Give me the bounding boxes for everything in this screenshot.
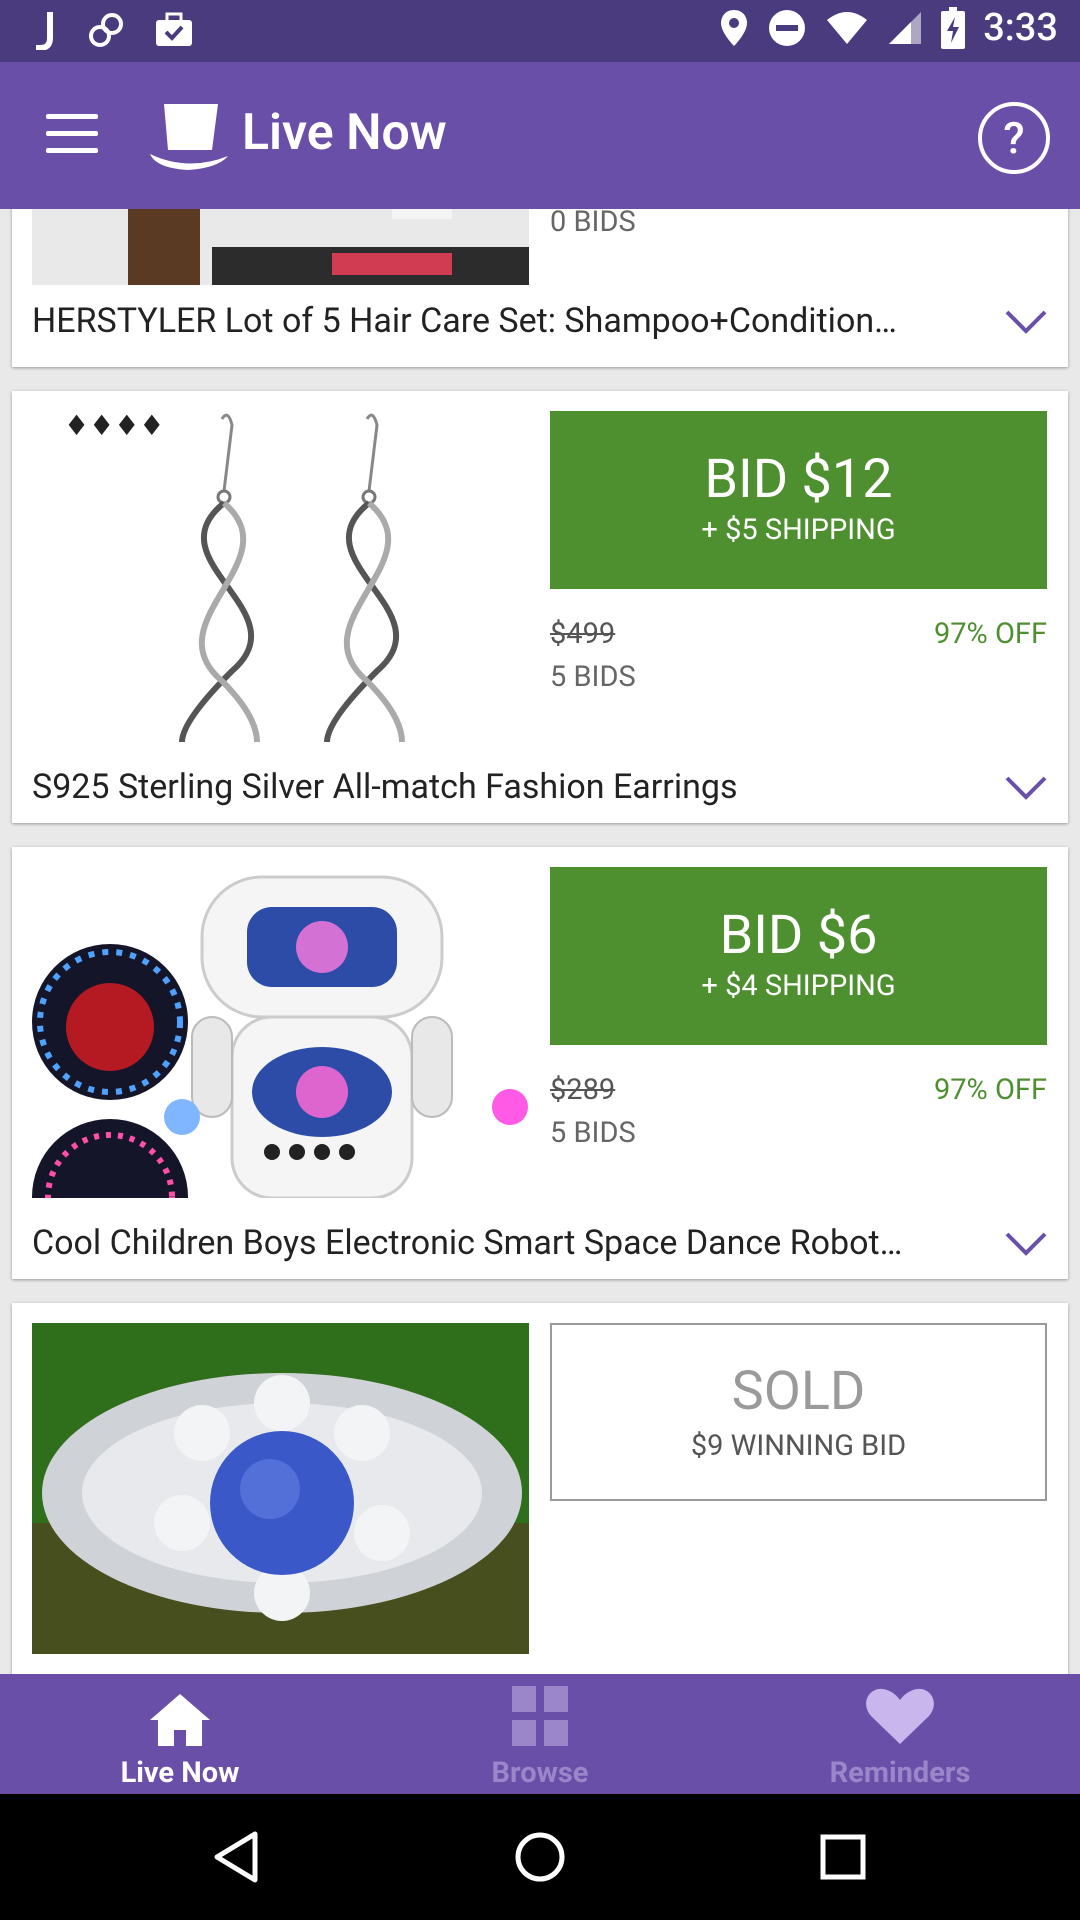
clock: 3:33 [983,6,1058,50]
recents-icon[interactable] [820,1834,866,1880]
shipping-cost: + $5 SHIPPING [701,513,896,547]
bid-button[interactable]: BID $12 + $5 SHIPPING [550,411,1047,589]
notification-j-icon [36,12,53,50]
system-navigation-bar [0,1794,1080,1920]
sold-status: SOLD $9 WINNING BID [550,1323,1047,1501]
nav-live-now[interactable]: Live Now [0,1674,360,1794]
chevron-down-icon[interactable] [1004,309,1048,335]
chevron-down-icon[interactable] [1004,775,1048,801]
app-bar: Live Now ? [0,62,1080,209]
back-icon[interactable] [211,1830,261,1884]
product-image[interactable] [32,867,529,1198]
product-image[interactable] [32,209,529,285]
location-icon [721,10,748,46]
menu-icon[interactable] [46,114,98,158]
link-app-icon [89,13,123,47]
nav-browse[interactable]: Browse [360,1674,720,1794]
bid-amount: BID $12 [704,448,893,511]
listing-title[interactable]: Cool Children Boys Electronic Smart Spac… [32,1223,982,1263]
bid-count: 5 BIDS [550,1116,636,1150]
cell-signal-icon [889,12,922,44]
original-price: $289 [550,1073,616,1107]
listing-feed[interactable]: 0 BIDS HERSTYLER Lot of 5 Hair Care Set:… [0,209,1080,1674]
bid-count: 5 BIDS [550,660,636,694]
page-title: Live Now [242,104,447,162]
do-not-disturb-icon [769,10,806,46]
discount-label: 97% OFF [933,617,1047,651]
status-bar: 3:33 [0,0,1080,62]
listing-card[interactable]: SOLD $9 WINNING BID [12,1303,1068,1674]
home-icon [150,1694,210,1746]
wifi-icon [827,12,868,44]
top-hat-logo-icon [150,104,228,170]
bid-button[interactable]: BID $6 + $4 SHIPPING [550,867,1047,1045]
sold-label: SOLD [731,1360,866,1423]
help-icon: ? [1003,112,1025,164]
shipping-cost: + $4 SHIPPING [701,969,896,1003]
product-image[interactable] [32,1323,529,1654]
heart-icon [866,1688,934,1744]
briefcase-check-icon [156,12,192,46]
product-image[interactable]: ♦♦♦♦ [32,411,529,742]
nav-label: Browse [491,1756,589,1790]
chevron-down-icon[interactable] [1004,1231,1048,1257]
bid-amount: BID $6 [719,904,878,967]
bottom-navigation: Live Now Browse Reminders [0,1674,1080,1794]
listing-card[interactable]: BID $6 + $4 SHIPPING $289 97% OFF 5 BIDS… [12,847,1068,1279]
nav-reminders[interactable]: Reminders [720,1674,1080,1794]
original-price: $499 [550,617,616,651]
home-circle-icon[interactable] [514,1831,566,1883]
listing-card[interactable]: 0 BIDS HERSTYLER Lot of 5 Hair Care Set:… [12,209,1068,367]
svg-text:♦♦♦♦: ♦♦♦♦ [64,411,164,442]
grid-icon [512,1686,568,1746]
nav-label: Reminders [829,1756,971,1790]
help-button[interactable]: ? [978,102,1050,174]
winning-bid: $9 WINNING BID [690,1429,907,1463]
discount-label: 97% OFF [933,1073,1047,1107]
listing-title[interactable]: HERSTYLER Lot of 5 Hair Care Set: Shampo… [32,301,982,341]
listing-card[interactable]: ♦♦♦♦ BID $12 + $5 SHIPPING $499 97% OFF … [12,391,1068,823]
battery-charging-icon [941,7,966,49]
listing-title[interactable]: S925 Sterling Silver All-match Fashion E… [32,767,982,807]
nav-label: Live Now [120,1756,240,1790]
bid-count: 0 BIDS [550,209,636,239]
